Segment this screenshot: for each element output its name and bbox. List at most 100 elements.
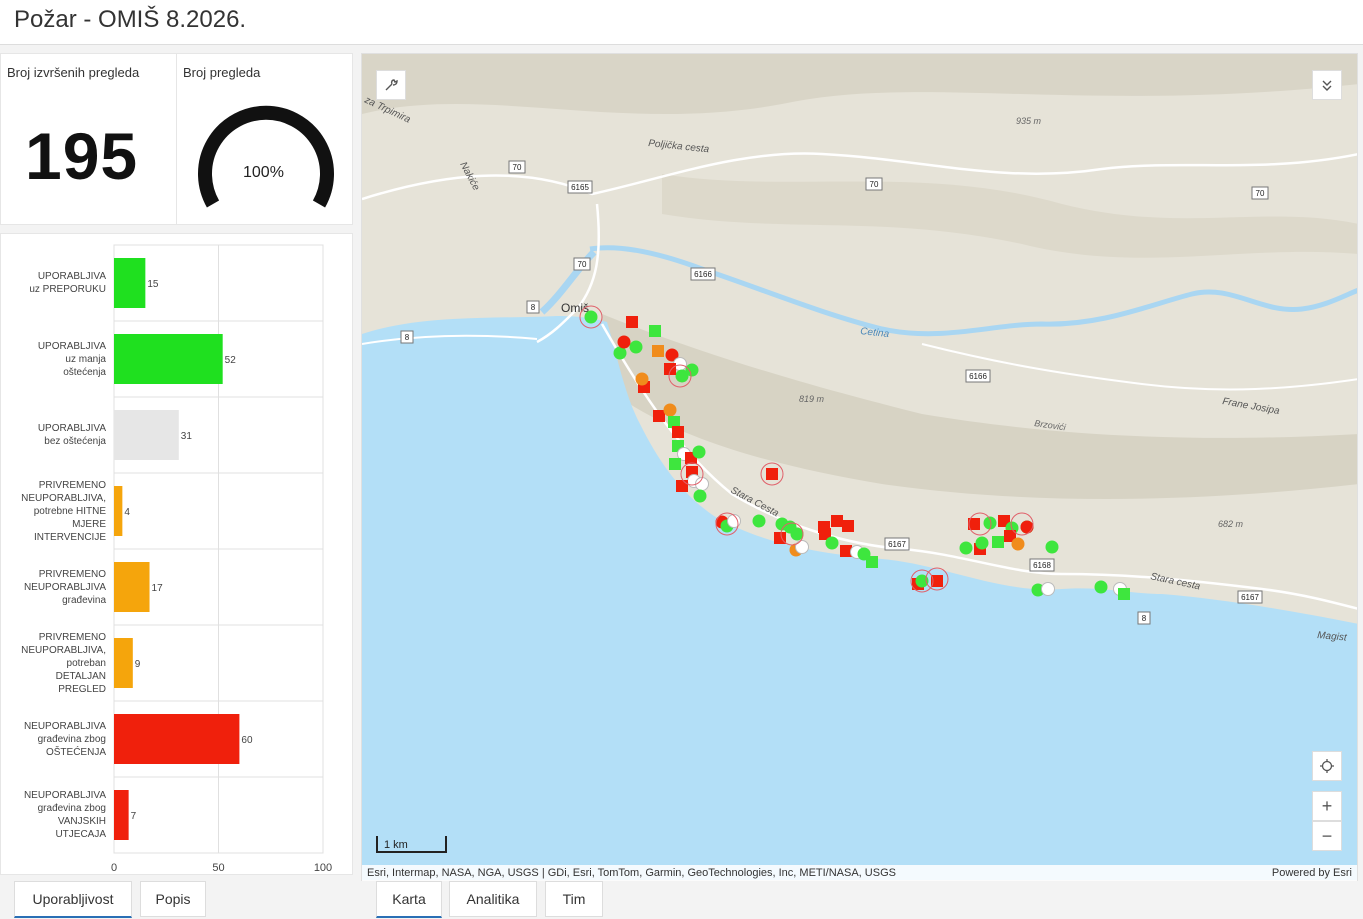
bar-value-label: 9	[135, 659, 141, 670]
bar[interactable]	[114, 410, 179, 460]
bar[interactable]	[114, 258, 146, 308]
bar-value-label: 15	[147, 279, 159, 290]
svg-text:8: 8	[1142, 614, 1147, 623]
kpi-value: 195	[25, 119, 139, 193]
x-tick-label: 100	[314, 862, 332, 874]
map-tab-bar: Karta Analitika Tim	[361, 881, 861, 919]
inspection-marker[interactable]	[692, 445, 706, 459]
inspection-marker[interactable]	[1011, 537, 1025, 551]
left-tab-bar: Uporabljivost Popis	[0, 881, 351, 919]
svg-text:6167: 6167	[888, 540, 906, 549]
zoom-out-button[interactable]: −	[1312, 821, 1342, 851]
bar-chart: 15 52 31 4 17 9 60 7 0 50 100	[111, 244, 332, 874]
elevation-label: 819 m	[799, 394, 825, 404]
inspection-marker[interactable]	[584, 310, 598, 324]
bar[interactable]	[114, 486, 123, 536]
attribution-text[interactable]: Esri, Intermap, NASA, NGA, USGS | GDi, E…	[367, 867, 896, 879]
road-shield: 70	[573, 257, 591, 271]
inspection-marker[interactable]	[825, 536, 839, 550]
bar[interactable]	[114, 334, 223, 384]
inspection-marker[interactable]	[676, 480, 688, 492]
inspection-marker[interactable]	[669, 458, 681, 470]
inspection-marker[interactable]	[795, 540, 809, 554]
inspection-marker[interactable]	[866, 556, 878, 568]
road-shield: 8	[1137, 611, 1151, 625]
map-canvas[interactable]: Omiš Poljička cesta Cetina Stara Cesta S…	[362, 54, 1358, 881]
inspection-marker[interactable]	[693, 489, 707, 503]
elevation-label: 935 m	[1016, 116, 1042, 126]
road-shield: 70	[865, 177, 883, 191]
map-view[interactable]: Omiš Poljička cesta Cetina Stara Cesta S…	[361, 53, 1358, 881]
tab-uporabljivost[interactable]: Uporabljivost	[14, 881, 132, 918]
inspection-marker[interactable]	[727, 514, 741, 528]
tab-popis[interactable]: Popis	[140, 881, 206, 917]
powered-by[interactable]: Powered by Esri	[1272, 867, 1352, 879]
road-shield: 6168	[1029, 558, 1055, 572]
svg-text:70: 70	[870, 180, 879, 189]
road-shield: 6166	[690, 267, 716, 281]
bar-value-label: 17	[152, 583, 164, 594]
road-shield: 70	[1251, 186, 1269, 200]
minus-icon: −	[1321, 825, 1333, 846]
elevation-label: 682 m	[1218, 519, 1244, 529]
kpi-label: Broj izvršenih pregleda	[7, 65, 140, 80]
svg-text:6167: 6167	[1241, 593, 1259, 602]
svg-text:6168: 6168	[1033, 561, 1051, 570]
inspection-marker[interactable]	[675, 369, 689, 383]
inspection-marker[interactable]	[975, 536, 989, 550]
inspection-marker[interactable]	[1020, 520, 1034, 534]
inspection-marker[interactable]	[626, 316, 638, 328]
svg-text:8: 8	[531, 303, 536, 312]
inspection-marker[interactable]	[1118, 588, 1130, 600]
bar-chart-panel: UPORABLJIVA uz PREPORUKU UPORABLJIVA uz man…	[0, 233, 353, 875]
tab-karta[interactable]: Karta	[376, 881, 442, 918]
svg-text:70: 70	[578, 260, 587, 269]
inspection-marker[interactable]	[672, 426, 684, 438]
inspection-marker[interactable]	[1041, 582, 1055, 596]
plus-icon: +	[1321, 795, 1333, 816]
road-shield: 70	[508, 160, 526, 174]
bar-value-label: 60	[241, 735, 253, 746]
inspection-marker[interactable]	[653, 410, 665, 422]
inspection-marker[interactable]	[1094, 580, 1108, 594]
tab-analitika[interactable]: Analitika	[449, 881, 537, 917]
inspection-marker[interactable]	[752, 514, 766, 528]
inspection-marker[interactable]	[959, 541, 973, 555]
chevrons-down-icon[interactable]	[1312, 70, 1342, 100]
inspection-marker[interactable]	[649, 325, 661, 337]
inspection-marker[interactable]	[652, 345, 664, 357]
bar[interactable]	[114, 790, 129, 840]
bar[interactable]	[114, 714, 240, 764]
inspection-marker[interactable]	[992, 536, 1004, 548]
svg-text:6166: 6166	[969, 372, 987, 381]
inspection-marker[interactable]	[663, 403, 677, 417]
svg-text:8: 8	[405, 333, 410, 342]
kpi-panel: Broj izvršenih pregleda 195	[0, 53, 177, 225]
road-shield: 8	[400, 330, 414, 344]
inspection-marker[interactable]	[1045, 540, 1059, 554]
inspection-marker[interactable]	[766, 468, 778, 480]
svg-text:70: 70	[513, 163, 522, 172]
x-tick-label: 50	[212, 862, 224, 874]
locate-icon[interactable]	[1312, 751, 1342, 781]
road-shield: 6167	[884, 537, 910, 551]
road-shield: 6165	[567, 180, 593, 194]
zoom-in-button[interactable]: +	[1312, 791, 1342, 821]
inspection-marker[interactable]	[635, 372, 649, 386]
road-shield: 8	[526, 300, 540, 314]
scale-label: 1 km	[384, 839, 408, 851]
bar[interactable]	[114, 562, 150, 612]
page-title: Požar - OMIŠ 8.2026.	[14, 6, 247, 33]
bar[interactable]	[114, 638, 133, 688]
inspection-marker[interactable]	[831, 515, 843, 527]
wrench-icon[interactable]	[376, 70, 406, 100]
gauge	[198, 105, 334, 208]
inspection-marker[interactable]	[842, 520, 854, 532]
inspection-marker[interactable]	[664, 363, 676, 375]
svg-text:70: 70	[1256, 189, 1265, 198]
tab-tim[interactable]: Tim	[545, 881, 603, 917]
inspection-marker[interactable]	[629, 340, 643, 354]
bar-value-label: 31	[181, 431, 193, 442]
bar-value-label: 52	[225, 355, 237, 366]
inspection-marker[interactable]	[617, 335, 631, 349]
